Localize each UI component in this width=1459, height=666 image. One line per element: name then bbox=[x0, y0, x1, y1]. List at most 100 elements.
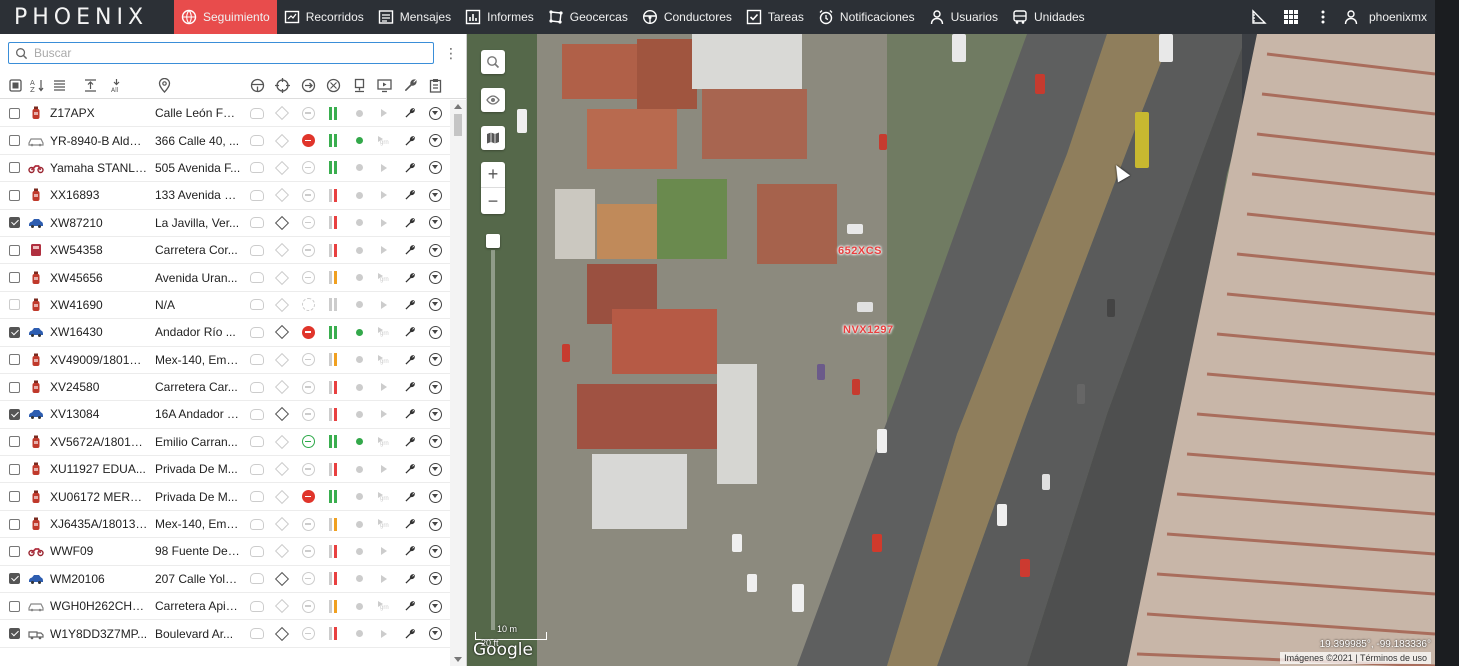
vehicle-label-652xcs[interactable]: 652XCS bbox=[838, 245, 882, 257]
signal-bars-icon[interactable] bbox=[325, 297, 341, 313]
map-search-button[interactable] bbox=[481, 50, 505, 74]
wrench-icon[interactable] bbox=[402, 242, 418, 258]
command-play-icon[interactable] bbox=[376, 406, 392, 422]
driver-status-icon[interactable] bbox=[249, 297, 265, 313]
command-play-icon[interactable] bbox=[376, 489, 392, 505]
online-dot-icon[interactable] bbox=[351, 626, 367, 642]
command-play-icon[interactable] bbox=[376, 133, 392, 149]
unit-name[interactable]: YR-8940-B Aldo ... bbox=[50, 134, 148, 148]
unit-name[interactable]: XW16430 bbox=[50, 325, 148, 339]
unit-checkbox[interactable] bbox=[9, 354, 20, 366]
driver-status-icon[interactable] bbox=[249, 379, 265, 395]
search-input[interactable] bbox=[34, 46, 414, 60]
row-menu-icon[interactable] bbox=[427, 626, 443, 642]
gps-status-icon[interactable] bbox=[274, 543, 290, 559]
unit-name[interactable]: Z17APX bbox=[50, 106, 148, 120]
wrench-icon[interactable] bbox=[402, 324, 418, 340]
gps-status-icon[interactable] bbox=[274, 406, 290, 422]
wrench-icon[interactable] bbox=[402, 215, 418, 231]
unit-checkbox[interactable] bbox=[9, 628, 20, 640]
unit-checkbox[interactable] bbox=[9, 135, 20, 147]
online-dot-icon[interactable] bbox=[351, 105, 367, 121]
row-menu-icon[interactable] bbox=[427, 324, 443, 340]
signal-bars-icon[interactable] bbox=[325, 242, 341, 258]
row-menu-icon[interactable] bbox=[427, 571, 443, 587]
unit-name[interactable]: WM20106 bbox=[50, 572, 148, 586]
scroll-up-arrow-icon[interactable] bbox=[454, 104, 462, 109]
wrench-icon[interactable] bbox=[402, 379, 418, 395]
unit-checkbox[interactable] bbox=[9, 244, 20, 256]
online-dot-icon[interactable] bbox=[351, 434, 367, 450]
online-dot-icon[interactable] bbox=[351, 352, 367, 368]
unit-name[interactable]: XV5672A/1801687 bbox=[50, 435, 148, 449]
gps-status-icon[interactable] bbox=[274, 187, 290, 203]
row-menu-icon[interactable] bbox=[427, 543, 443, 559]
wrench-icon[interactable] bbox=[402, 105, 418, 121]
driver-status-icon[interactable] bbox=[249, 352, 265, 368]
driver-status-icon[interactable] bbox=[249, 215, 265, 231]
row-menu-icon[interactable] bbox=[427, 434, 443, 450]
motion-status-icon[interactable] bbox=[300, 626, 316, 642]
wrench-icon[interactable] bbox=[402, 434, 418, 450]
expand-groups-button[interactable] bbox=[82, 77, 98, 93]
command-play-icon[interactable] bbox=[376, 324, 392, 340]
wrench-icon[interactable] bbox=[402, 516, 418, 532]
unit-checkbox[interactable] bbox=[9, 326, 20, 338]
unit-name[interactable]: XU11927 EDUA... bbox=[50, 462, 148, 476]
zoom-out-button[interactable]: − bbox=[481, 188, 505, 214]
unit-name[interactable]: XV13084 bbox=[50, 407, 148, 421]
settings-column-header[interactable] bbox=[402, 77, 418, 93]
nav-conductores[interactable]: Conductores bbox=[635, 0, 739, 34]
wrench-icon[interactable] bbox=[402, 626, 418, 642]
unit-checkbox[interactable] bbox=[9, 491, 20, 503]
unit-name[interactable]: XW41690 bbox=[50, 298, 148, 312]
unit-name[interactable]: XU06172 MERC... bbox=[50, 490, 148, 504]
map-visibility-button[interactable] bbox=[481, 88, 505, 112]
satellite-map[interactable]: + − 652XCS NVX1297 10 m 20 ft Google 19.… bbox=[467, 34, 1435, 666]
row-menu-icon[interactable] bbox=[427, 489, 443, 505]
driver-status-icon[interactable] bbox=[249, 489, 265, 505]
row-menu-icon[interactable] bbox=[427, 516, 443, 532]
row-menu-icon[interactable] bbox=[427, 379, 443, 395]
row-menu-icon[interactable] bbox=[427, 297, 443, 313]
motion-status-icon[interactable] bbox=[300, 571, 316, 587]
gps-status-icon[interactable] bbox=[274, 352, 290, 368]
online-dot-icon[interactable] bbox=[351, 297, 367, 313]
driver-status-icon[interactable] bbox=[249, 270, 265, 286]
zoom-in-button[interactable]: + bbox=[481, 162, 505, 188]
unit-row[interactable]: Yamaha STANLEY 505 Avenida F... bbox=[0, 155, 450, 183]
wrench-icon[interactable] bbox=[402, 297, 418, 313]
signal-bars-icon[interactable] bbox=[325, 406, 341, 422]
motion-status-icon[interactable] bbox=[300, 489, 316, 505]
command-play-icon[interactable] bbox=[376, 626, 392, 642]
online-dot-icon[interactable] bbox=[351, 160, 367, 176]
row-menu-icon[interactable] bbox=[427, 461, 443, 477]
map-layers-button[interactable] bbox=[481, 126, 505, 150]
motion-status-icon[interactable] bbox=[300, 543, 316, 559]
row-menu-icon[interactable] bbox=[427, 352, 443, 368]
command-play-icon[interactable] bbox=[376, 598, 392, 614]
motion-status-icon[interactable] bbox=[300, 434, 316, 450]
unit-row[interactable]: XW41690 N/A bbox=[0, 292, 450, 320]
unit-name[interactable]: XX16893 bbox=[50, 188, 148, 202]
scrollbar-thumb[interactable] bbox=[454, 114, 462, 136]
unit-checkbox[interactable] bbox=[9, 107, 20, 119]
signal-bars-icon[interactable] bbox=[325, 352, 341, 368]
command-play-icon[interactable] bbox=[376, 297, 392, 313]
unit-row[interactable]: XW45656 Avenida Uran... bbox=[0, 264, 450, 292]
unit-row[interactable]: XW16430 Andador Río ... bbox=[0, 319, 450, 347]
gps-status-icon[interactable] bbox=[274, 133, 290, 149]
unit-name[interactable]: XW54358 bbox=[50, 243, 148, 257]
motion-status-icon[interactable] bbox=[300, 215, 316, 231]
command-play-icon[interactable] bbox=[376, 461, 392, 477]
connection-column-header[interactable] bbox=[325, 77, 341, 93]
motion-status-icon[interactable] bbox=[300, 379, 316, 395]
online-dot-icon[interactable] bbox=[351, 598, 367, 614]
driver-status-icon[interactable] bbox=[249, 461, 265, 477]
driver-status-icon[interactable] bbox=[249, 133, 265, 149]
list-view-button[interactable] bbox=[51, 77, 67, 93]
wrench-icon[interactable] bbox=[402, 160, 418, 176]
unit-name[interactable]: XW87210 bbox=[50, 216, 148, 230]
unit-row[interactable]: XV49009/1801206 Mex-140, Emil... bbox=[0, 347, 450, 374]
select-all-checkbox[interactable] bbox=[7, 77, 23, 93]
